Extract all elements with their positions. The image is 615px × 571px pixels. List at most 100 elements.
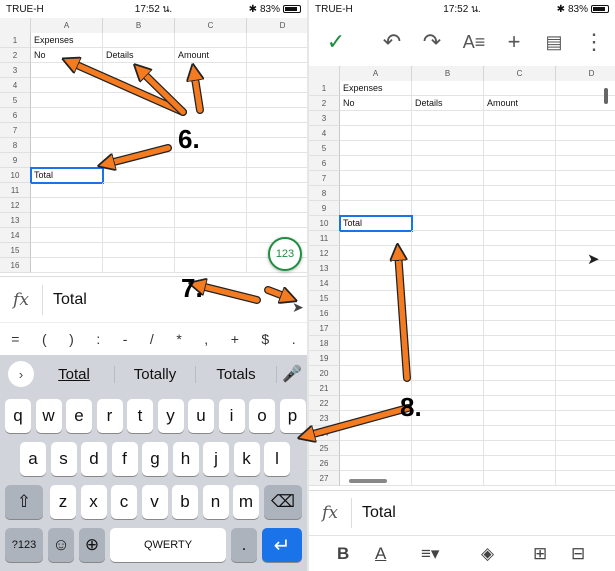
cell-d7[interactable] — [247, 123, 307, 138]
column-header-d[interactable]: D — [247, 18, 307, 33]
cell-c12[interactable] — [175, 198, 247, 213]
cell-c16[interactable] — [175, 258, 247, 273]
cell-a14[interactable] — [340, 276, 412, 291]
cell-d5[interactable] — [556, 141, 615, 156]
cell-d24[interactable] — [556, 426, 615, 441]
align-icon[interactable]: ≡▾ — [421, 544, 439, 564]
cell-b15[interactable] — [412, 291, 484, 306]
select-all-corner[interactable] — [309, 66, 340, 81]
cell-a9[interactable] — [31, 153, 103, 168]
cell-d26[interactable] — [556, 456, 615, 471]
cell-b15[interactable] — [103, 243, 175, 258]
numbers-key[interactable]: ?123 — [5, 528, 43, 562]
undo-icon[interactable]: ↶ — [377, 29, 407, 55]
insert-column-icon[interactable]: ⊟ — [571, 544, 585, 564]
cell-c19[interactable] — [484, 351, 556, 366]
cell-a11[interactable] — [31, 183, 103, 198]
cell-c14[interactable] — [175, 228, 247, 243]
cell-c20[interactable] — [484, 366, 556, 381]
symbol-key[interactable]: $ — [261, 331, 269, 347]
row-header-5[interactable]: 5 — [309, 141, 340, 156]
row-header-1[interactable]: 1 — [0, 33, 31, 48]
cell-d11[interactable] — [556, 231, 615, 246]
key-q[interactable]: q — [5, 399, 31, 433]
cell-a16[interactable] — [340, 306, 412, 321]
cell-c15[interactable] — [484, 291, 556, 306]
cell-a10[interactable]: Total — [30, 167, 104, 184]
cell-c16[interactable] — [484, 306, 556, 321]
cell-d6[interactable] — [556, 156, 615, 171]
cell-c9[interactable] — [175, 153, 247, 168]
cell-c14[interactable] — [484, 276, 556, 291]
cell-c3[interactable] — [175, 63, 247, 78]
row-header-24[interactable]: 24 — [309, 426, 340, 441]
key-z[interactable]: z — [50, 485, 76, 519]
row-header-18[interactable]: 18 — [309, 336, 340, 351]
text-format-icon[interactable]: A≡ — [459, 32, 489, 53]
row-header-20[interactable]: 20 — [309, 366, 340, 381]
key-b[interactable]: b — [172, 485, 198, 519]
insert-row-icon[interactable]: ⊞ — [533, 544, 547, 564]
cell-c7[interactable] — [484, 171, 556, 186]
spreadsheet-grid[interactable]: A B C D 1 Expenses 2 No Details Amount 3 4 5 6 7 8 9 10 To… — [309, 66, 615, 490]
cell-b6[interactable] — [103, 108, 175, 123]
column-header-c[interactable]: C — [484, 66, 556, 81]
suggestion-3[interactable]: Totals — [196, 365, 277, 383]
cell-b26[interactable] — [412, 456, 484, 471]
symbol-key[interactable]: ( — [42, 331, 47, 347]
row-header-4[interactable]: 4 — [0, 78, 31, 93]
row-header-16[interactable]: 16 — [0, 258, 31, 273]
cell-a6[interactable] — [31, 108, 103, 123]
row-header-15[interactable]: 15 — [0, 243, 31, 258]
row-header-7[interactable]: 7 — [0, 123, 31, 138]
cell-c17[interactable] — [484, 321, 556, 336]
cell-d12[interactable] — [247, 198, 307, 213]
horizontal-scrollbar[interactable] — [349, 479, 387, 483]
cell-b6[interactable] — [412, 156, 484, 171]
row-header-2[interactable]: 2 — [0, 48, 31, 63]
cell-d7[interactable] — [556, 171, 615, 186]
cell-d10[interactable] — [556, 216, 615, 231]
cell-c11[interactable] — [175, 183, 247, 198]
cell-d14[interactable] — [556, 276, 615, 291]
cell-c4[interactable] — [484, 126, 556, 141]
cell-a3[interactable] — [31, 63, 103, 78]
cell-a13[interactable] — [31, 213, 103, 228]
column-header-a[interactable]: A — [31, 18, 103, 33]
column-header-c[interactable]: C — [175, 18, 247, 33]
symbol-key[interactable]: / — [150, 331, 154, 347]
formula-value[interactable]: Total — [362, 504, 396, 522]
cell-d22[interactable] — [556, 396, 615, 411]
cell-a10[interactable]: Total — [339, 215, 413, 232]
confirm-check-icon[interactable]: ✓ — [276, 285, 293, 310]
cell-b23[interactable] — [412, 411, 484, 426]
cell-c18[interactable] — [484, 336, 556, 351]
key-a[interactable]: a — [20, 442, 46, 476]
cell-c24[interactable] — [484, 426, 556, 441]
cell-b3[interactable] — [103, 63, 175, 78]
cell-a15[interactable] — [340, 291, 412, 306]
symbol-key[interactable]: . — [292, 331, 296, 347]
cell-b11[interactable] — [412, 231, 484, 246]
cell-b13[interactable] — [412, 261, 484, 276]
row-header-16[interactable]: 16 — [309, 306, 340, 321]
cell-b2[interactable]: Details — [412, 96, 484, 111]
key-e[interactable]: e — [66, 399, 92, 433]
cell-d23[interactable] — [556, 411, 615, 426]
symbol-key[interactable]: : — [96, 331, 100, 347]
text-color-icon[interactable]: A — [375, 544, 386, 564]
cell-c1[interactable] — [484, 81, 556, 96]
key-x[interactable]: x — [80, 485, 107, 519]
cell-c4[interactable] — [175, 78, 247, 93]
row-header-8[interactable]: 8 — [309, 186, 340, 201]
key-f[interactable]: f — [111, 442, 138, 476]
cell-b12[interactable] — [103, 198, 175, 213]
cell-a1[interactable]: Expenses — [340, 81, 412, 96]
row-header-14[interactable]: 14 — [0, 228, 31, 243]
insert-plus-icon[interactable]: + — [499, 29, 529, 55]
row-header-6[interactable]: 6 — [0, 108, 31, 123]
suggestion-1[interactable]: Total — [34, 365, 115, 383]
key-p[interactable]: p — [279, 399, 306, 433]
cell-c10[interactable] — [175, 168, 247, 183]
cell-b17[interactable] — [412, 321, 484, 336]
